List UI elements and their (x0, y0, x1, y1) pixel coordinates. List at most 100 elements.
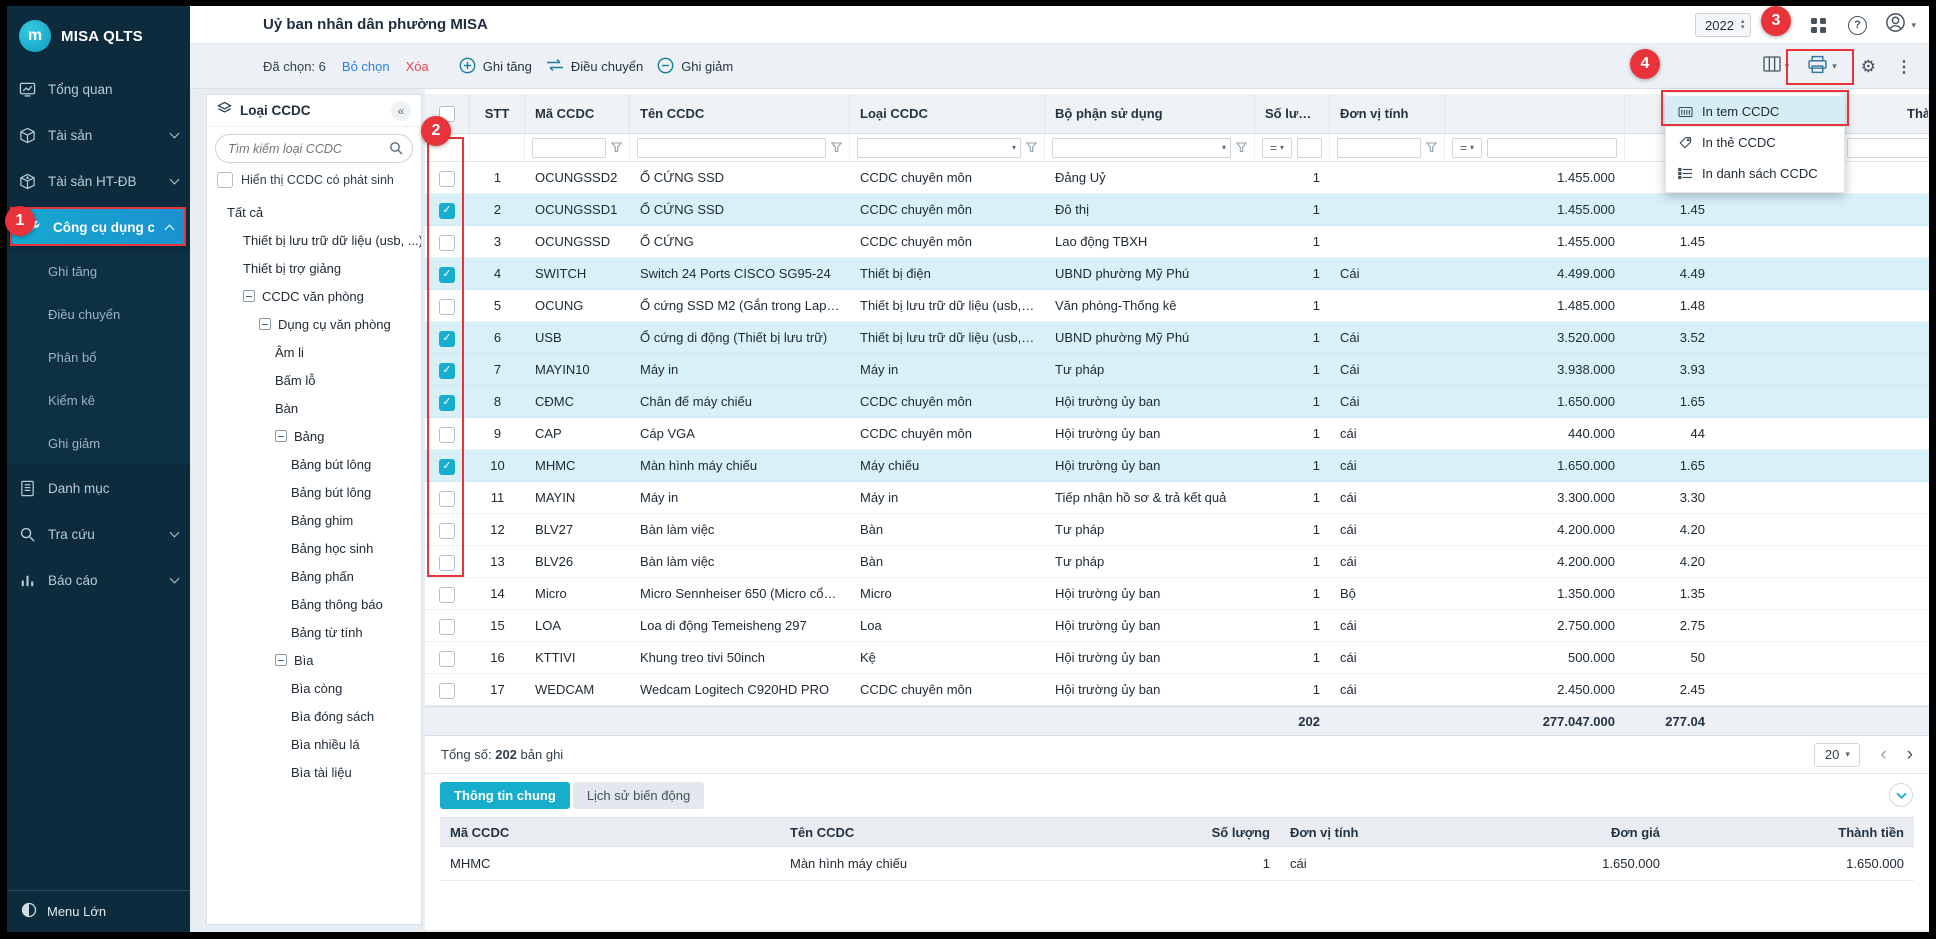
tree-item[interactable]: Bìa đóng sách (207, 702, 421, 730)
tree-search-input[interactable] (215, 134, 413, 163)
filter-don-vi-tinh-input[interactable] (1342, 141, 1416, 155)
col-so-luong[interactable]: Số lượng (1255, 94, 1330, 133)
row-checkbox[interactable]: ✓ (439, 395, 455, 411)
tree-item[interactable]: Tất cả (207, 198, 421, 226)
chevron-down-icon[interactable]: ▾ (1222, 143, 1226, 152)
table-row[interactable]: ✓2OCUNGSSD1Ổ CỨNG SSDCCDC chuyên mônĐô t… (425, 194, 1929, 226)
prev-page-button[interactable]: ‹ (1880, 745, 1886, 765)
tree-item[interactable]: Bàn (207, 394, 421, 422)
tree-item[interactable]: Bảng phấn (207, 562, 421, 590)
table-row[interactable]: 17WEDCAMWedcam Logitech C920HD PROCCDC c… (425, 674, 1929, 706)
row-checkbox[interactable] (439, 491, 455, 507)
help-icon[interactable]: ? (1846, 14, 1868, 36)
tree-item[interactable]: Bìa tài liệu (207, 758, 421, 786)
row-checkbox[interactable] (439, 235, 455, 251)
col-bo-phan-su-dung[interactable]: Bộ phận sử dụng (1045, 94, 1255, 133)
col-ma-ccdc[interactable]: Mã CCDC (525, 94, 630, 133)
sidebar-item-tai-san-ht-db[interactable]: Tài sản HT-ĐB (7, 158, 190, 204)
filter-don-gia-input[interactable] (1492, 141, 1612, 155)
col-loai-ccdc[interactable]: Loại CCDC (850, 94, 1045, 133)
filter-loai-ccdc-input[interactable] (862, 141, 1010, 155)
filter-operator-select[interactable]: =▾ (1262, 138, 1292, 158)
collapse-toggle-icon[interactable] (275, 430, 287, 442)
sidebar-subitem-kiem-ke[interactable]: Kiểm kê (7, 379, 190, 422)
row-checkbox[interactable] (439, 427, 455, 443)
row-checkbox[interactable] (439, 523, 455, 539)
tree-item[interactable]: Âm li (207, 338, 421, 366)
col-ten-ccdc[interactable]: Tên CCDC (630, 94, 850, 133)
filter-thanh-tien-input[interactable] (1847, 138, 1929, 158)
row-checkbox[interactable]: ✓ (439, 267, 455, 283)
table-row[interactable]: 12BLV27Bàn làm việcBànTư pháp1cái4.200.0… (425, 514, 1929, 546)
tree-item[interactable]: Bảng bút lông (207, 450, 421, 478)
tree-item[interactable]: Bấm lỗ (207, 366, 421, 394)
col-don-vi-tinh[interactable]: Đơn vị tính (1330, 94, 1445, 133)
print-menu-item-in-danh-sach-ccdc[interactable]: In danh sách CCDC (1666, 158, 1844, 189)
show-generated-filter[interactable]: Hiển thị CCDC có phát sinh (207, 163, 421, 196)
tree-item[interactable]: Bìa nhiều lá (207, 730, 421, 758)
tree-item[interactable]: Bảng thông báo (207, 590, 421, 618)
tree-item[interactable]: CCDC văn phòng (207, 282, 421, 310)
col-don-gia[interactable] (1445, 94, 1625, 133)
toolbar-dieu-chuyen-button[interactable]: Điều chuyển (546, 58, 643, 75)
filter-ma-ccdc-input[interactable] (537, 141, 601, 155)
filter-funnel-icon[interactable] (831, 142, 842, 153)
tree-item[interactable]: Bìa (207, 646, 421, 674)
filter-ten-ccdc-input[interactable] (642, 141, 821, 155)
row-checkbox[interactable] (439, 555, 455, 571)
page-size-select[interactable]: 20▾ (1814, 743, 1860, 767)
print-button[interactable]: ▾ (1802, 51, 1842, 83)
more-options-button[interactable]: ⋮ (1891, 53, 1917, 81)
tab-lich-su-bien-dong[interactable]: Lịch sử biến động (573, 782, 704, 809)
table-row[interactable]: ✓4SWITCHSwitch 24 Ports CISCO SG95-24Thi… (425, 258, 1929, 290)
row-checkbox[interactable] (439, 299, 455, 315)
table-row[interactable]: ✓6USBỔ cứng di động (Thiết bị lưu trữ)Th… (425, 322, 1929, 354)
toolbar-ghi-giam-button[interactable]: Ghi giảm (657, 57, 733, 77)
print-menu-item-in-the-ccdc[interactable]: In thẻ CCDC (1666, 127, 1844, 158)
tree-item[interactable]: Bảng từ tính (207, 618, 421, 646)
print-menu-item-in-tem-ccdc[interactable]: In tem CCDC (1666, 96, 1844, 127)
sidebar-item-tong-quan[interactable]: Tổng quan (7, 66, 190, 112)
tree-item[interactable]: Dụng cụ văn phòng (207, 310, 421, 338)
table-row[interactable]: 9CAPCáp VGACCDC chuyên mônHội trường ủy … (425, 418, 1929, 450)
filter-funnel-icon[interactable] (611, 142, 622, 153)
row-checkbox[interactable]: ✓ (439, 363, 455, 379)
table-row[interactable]: ✓8CĐMCChân đế máy chiếuCCDC chuyên mônHộ… (425, 386, 1929, 418)
tree-item[interactable]: Bìa còng (207, 674, 421, 702)
row-checkbox[interactable]: ✓ (439, 203, 455, 219)
show-generated-checkbox[interactable] (217, 172, 233, 188)
row-checkbox[interactable] (439, 619, 455, 635)
filter-bo-phan-input[interactable] (1057, 141, 1220, 155)
filter-so-luong-input[interactable] (1302, 141, 1317, 155)
table-row[interactable]: ✓7MAYIN10Máy inMáy inTư pháp1Cái3.938.00… (425, 354, 1929, 386)
row-checkbox[interactable]: ✓ (439, 459, 455, 475)
row-checkbox[interactable] (439, 171, 455, 187)
collapse-toggle-icon[interactable] (243, 290, 255, 302)
app-launcher-icon[interactable] (1807, 14, 1829, 36)
table-row[interactable]: 14MicroMicro Sennheiser 650 (Micro cổ ng… (425, 578, 1929, 610)
next-page-button[interactable]: › (1907, 745, 1913, 765)
tab-thong-tin-chung[interactable]: Thông tin chung (440, 782, 570, 809)
column-chooser-button[interactable]: ▾ (1758, 52, 1795, 81)
user-account-button[interactable]: ▾ (1885, 12, 1916, 38)
filter-funnel-icon[interactable] (1426, 142, 1437, 153)
tree-item[interactable]: Bảng học sinh (207, 534, 421, 562)
sidebar-item-danh-muc[interactable]: Danh mục (7, 465, 190, 511)
panel-collapse-button[interactable]: « (391, 101, 411, 121)
detail-collapse-button[interactable] (1889, 783, 1913, 807)
table-row[interactable]: 5OCUNGỔ cứng SSD M2 (Gắn trong Laptop H.… (425, 290, 1929, 322)
sidebar-subitem-phan-bo[interactable]: Phân bổ (7, 336, 190, 379)
deselect-link[interactable]: Bỏ chọn (342, 59, 390, 74)
table-row[interactable]: 3OCUNGSSDỔ CỨNGCCDC chuyên mônLao động T… (425, 226, 1929, 258)
table-row[interactable]: 15LOALoa di động Temeisheng 297LoaHội tr… (425, 610, 1929, 642)
tree-item[interactable]: Bảng ghim (207, 506, 421, 534)
sidebar-item-tai-san[interactable]: Tài sản (7, 112, 190, 158)
toolbar-ghi-tang-button[interactable]: Ghi tăng (459, 57, 532, 77)
table-row[interactable]: ✓10MHMCMàn hình máy chiếuMáy chiếuHội tr… (425, 450, 1929, 482)
filter-funnel-icon[interactable] (1026, 142, 1037, 153)
sidebar-subitem-ghi-giam[interactable]: Ghi giảm (7, 422, 190, 465)
tree-item[interactable]: Bảng (207, 422, 421, 450)
year-selector[interactable]: 2022 ▴▾ (1695, 13, 1751, 37)
filter-operator-select[interactable]: =▾ (1452, 138, 1482, 158)
row-checkbox[interactable] (439, 651, 455, 667)
